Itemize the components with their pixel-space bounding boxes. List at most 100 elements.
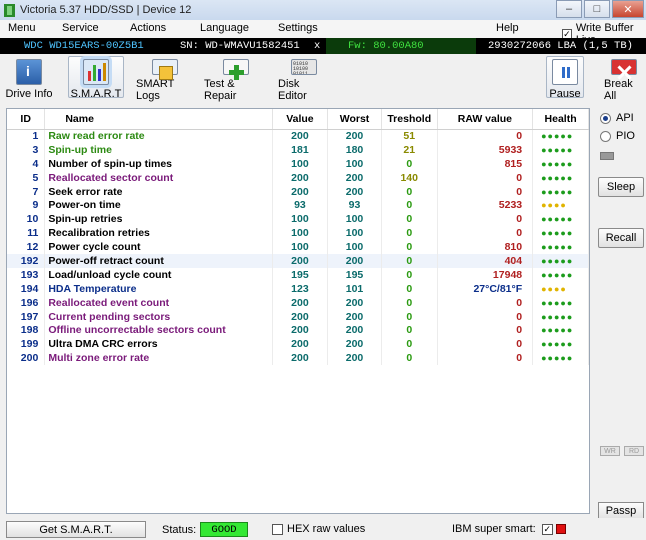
row-health: ●●●●: [532, 198, 589, 213]
api-label: API: [616, 112, 634, 124]
disk-editor-button[interactable]: 01010 10100 01011 10100 01010 Disk Edito…: [278, 56, 330, 102]
row-name: HDA Temperature: [44, 281, 273, 296]
break-all-button[interactable]: Break All: [604, 56, 644, 102]
test-repair-button[interactable]: Test & Repair: [204, 56, 268, 102]
table-row[interactable]: 7 Seek error rate 200 200 0 0 ●●●●●: [7, 184, 589, 199]
close-drive-mark[interactable]: x: [314, 40, 320, 52]
table-row[interactable]: 3 Spin-up time 181 180 21 5933 ●●●●●: [7, 142, 589, 157]
row-raw: 27°C/81°F: [437, 281, 534, 296]
hex-raw-label: HEX raw values: [287, 523, 366, 535]
table-row[interactable]: 192 Power-off retract count 200 200 0 40…: [7, 254, 589, 268]
row-value: 200: [272, 295, 329, 310]
menu-item-menu[interactable]: Menu: [8, 22, 36, 34]
row-raw: 5933: [437, 142, 534, 157]
menu-item-settings[interactable]: Settings: [278, 22, 318, 34]
row-worst: 93: [327, 198, 382, 213]
pio-radio-button[interactable]: [600, 130, 611, 142]
row-id: 9: [7, 198, 46, 213]
recall-button[interactable]: Recall: [598, 228, 644, 248]
ibm-super-smart-checkbox[interactable]: ✓: [541, 523, 553, 535]
row-worst: 100: [327, 156, 382, 171]
row-health: ●●●●●: [532, 267, 589, 282]
menu-item-service[interactable]: Service: [62, 22, 99, 34]
table-row[interactable]: 198 Offline uncorrectable sectors count …: [7, 323, 589, 338]
table-row[interactable]: 11 Recalibration retries 100 100 0 0 ●●●…: [7, 226, 589, 241]
smart-logs-label: SMART Logs: [136, 78, 175, 102]
drive-info-bar: WDC WD15EARS-00Z5B1 SN: WD-WMAVU1582451 …: [0, 38, 646, 54]
col-threshold[interactable]: Treshold: [381, 109, 438, 130]
api-radio[interactable]: API: [600, 112, 634, 124]
table-row[interactable]: 5 Reallocated sector count 200 200 140 0…: [7, 170, 589, 185]
row-id: 5: [7, 170, 46, 185]
row-name: Spin-up time: [44, 142, 273, 157]
row-name: Spin-up retries: [44, 212, 273, 227]
minimize-button[interactable]: –: [556, 0, 582, 18]
pause-button[interactable]: Pause: [544, 56, 586, 102]
row-health: ●●●●●: [532, 226, 589, 241]
title-bar: Victoria 5.37 HDD/SSD | Device 12 – □ ✕: [0, 0, 646, 20]
hex-raw-checkbox[interactable]: [272, 523, 283, 535]
smart-logs-button[interactable]: SMART Logs: [136, 56, 194, 102]
col-name[interactable]: Name: [44, 109, 273, 130]
row-worst: 200: [327, 309, 382, 324]
row-raw: 0: [437, 226, 534, 241]
row-worst: 100: [327, 240, 382, 255]
row-id: 12: [7, 240, 46, 255]
row-id: 11: [7, 226, 46, 241]
maximize-button[interactable]: □: [584, 0, 610, 18]
get-smart-button[interactable]: Get S.M.A.R.T.: [6, 521, 146, 538]
table-row[interactable]: 10 Spin-up retries 100 100 0 0 ●●●●●: [7, 212, 589, 227]
row-name: Reallocated sector count: [44, 170, 273, 185]
table-row[interactable]: 9 Power-on time 93 93 0 5233 ●●●●: [7, 198, 589, 213]
col-value[interactable]: Value: [272, 109, 329, 130]
table-row[interactable]: 194 HDA Temperature 123 101 0 27°C/81°F …: [7, 281, 589, 296]
row-worst: 195: [327, 267, 382, 282]
row-name: Offline uncorrectable sectors count: [44, 323, 273, 338]
pause-icon: [552, 59, 578, 85]
row-health: ●●●●●: [532, 142, 589, 157]
col-id[interactable]: ID: [7, 109, 46, 130]
table-row[interactable]: 12 Power cycle count 100 100 0 810 ●●●●●: [7, 240, 589, 255]
row-raw: 404: [437, 254, 534, 268]
smart-table: ID Name Value Worst Treshold RAW value H…: [7, 109, 589, 366]
row-worst: 101: [327, 281, 382, 296]
row-raw: 815: [437, 156, 534, 171]
row-value: 200: [272, 309, 329, 324]
table-row[interactable]: 4 Number of spin-up times 100 100 0 815 …: [7, 156, 589, 171]
api-radio-button[interactable]: [600, 112, 611, 124]
table-row[interactable]: 193 Load/unload cycle count 195 195 0 17…: [7, 267, 589, 282]
smart-button[interactable]: S.M.A.R.T: [68, 56, 124, 102]
col-raw[interactable]: RAW value: [437, 109, 534, 130]
table-row[interactable]: 196 Reallocated event count 200 200 0 0 …: [7, 295, 589, 310]
row-health: ●●●●●: [532, 337, 589, 352]
col-worst[interactable]: Worst: [327, 109, 382, 130]
row-value: 200: [272, 254, 329, 268]
col-health[interactable]: Health: [532, 109, 589, 130]
row-raw: 17948: [437, 267, 534, 282]
drive-lba: 2930272066 LBA (1,5 TB): [488, 40, 633, 52]
table-row[interactable]: 200 Multi zone error rate 200 200 0 0 ●●…: [7, 351, 589, 366]
smart-table-panel: ID Name Value Worst Treshold RAW value H…: [6, 108, 590, 514]
row-name: Power-on time: [44, 198, 273, 213]
row-threshold: 51: [381, 129, 438, 143]
sleep-button[interactable]: Sleep: [598, 177, 644, 197]
row-id: 198: [7, 323, 46, 338]
hex-raw-toggle[interactable]: HEX raw values: [272, 523, 365, 535]
menu-item-actions[interactable]: Actions: [130, 22, 166, 34]
row-id: 197: [7, 309, 46, 324]
row-value: 195: [272, 267, 329, 282]
row-threshold: 0: [381, 309, 438, 324]
row-raw: 0: [437, 351, 534, 366]
table-row[interactable]: 197 Current pending sectors 200 200 0 0 …: [7, 309, 589, 324]
table-row[interactable]: 199 Ultra DMA CRC errors 200 200 0 0 ●●●…: [7, 337, 589, 352]
row-raw: 0: [437, 170, 534, 185]
drive-info-button[interactable]: Drive Info: [4, 56, 54, 102]
menu-item-help[interactable]: Help: [496, 22, 519, 34]
pio-radio[interactable]: PIO: [600, 130, 635, 142]
table-row[interactable]: 1 Raw read error rate 200 200 51 0 ●●●●●: [7, 129, 589, 143]
activity-indicator: [556, 524, 566, 534]
row-value: 100: [272, 156, 329, 171]
close-button[interactable]: ✕: [612, 0, 644, 18]
ibm-super-smart-toggle[interactable]: IBM super smart: ✓: [452, 523, 557, 535]
menu-item-language[interactable]: Language: [200, 22, 249, 34]
